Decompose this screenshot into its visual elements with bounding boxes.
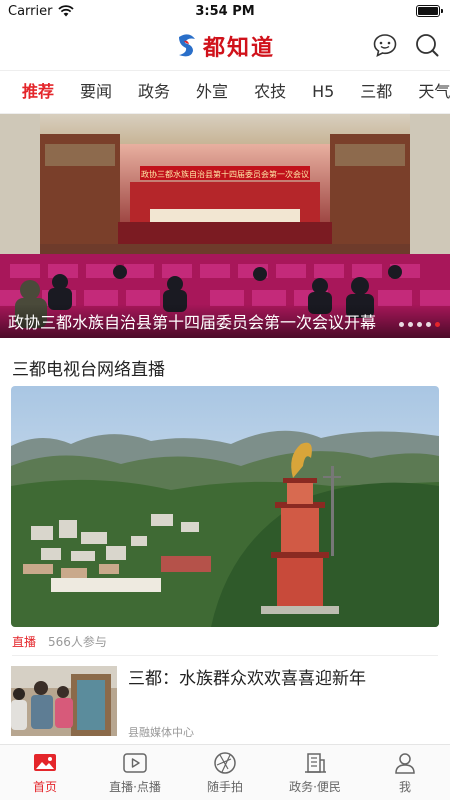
hero-caption: 政协三都水族自治县第十四届委员会第一次会议开幕 <box>8 313 377 332</box>
participant-count: 566人参与 <box>48 635 107 649</box>
app-header: 都知道 <box>0 22 450 70</box>
live-stream-thumbnail[interactable] <box>11 386 439 627</box>
app-logo: 都知道 <box>175 30 275 62</box>
tab-headlines[interactable]: 要闻 <box>67 71 125 113</box>
tab-sandu[interactable]: 三都 <box>347 71 405 113</box>
stage-banner-text: 政协三都水族自治县第十四届委员会第一次会议 <box>141 169 309 179</box>
person-icon <box>395 753 415 774</box>
carousel-indicator <box>399 322 440 327</box>
category-tabs: 推荐 要闻 政务 外宣 农技 H5 三都 天气 <box>0 70 450 114</box>
live-meta: 直播 566人参与 <box>12 633 107 650</box>
logo-text: 都知道 <box>202 35 275 61</box>
carousel-dot[interactable] <box>408 322 413 327</box>
home-image-icon <box>34 754 56 771</box>
bottom-tab-services-label: 政务·便民 <box>289 780 341 794</box>
bottom-tab-bar: 首页 直播·点播 随手拍 政务·便民 我 <box>0 744 450 800</box>
play-icon <box>123 753 147 773</box>
bottom-tab-snapshot[interactable]: 随手拍 <box>180 745 270 800</box>
live-landscape-photo <box>11 386 439 627</box>
bottom-tab-snapshot-label: 随手拍 <box>206 780 243 794</box>
tab-h5[interactable]: H5 <box>299 71 347 113</box>
bottom-tab-live[interactable]: 直播·点播 <box>90 745 180 800</box>
tab-weather[interactable]: 天气 <box>405 71 450 113</box>
live-tag: 直播 <box>12 635 37 649</box>
chat-bubble-icon[interactable] <box>372 32 398 58</box>
carousel-dot[interactable] <box>399 322 404 327</box>
tab-recommend[interactable]: 推荐 <box>0 71 67 113</box>
tab-government[interactable]: 政务 <box>125 71 183 113</box>
tab-publicity[interactable]: 外宣 <box>183 71 241 113</box>
bottom-tab-services[interactable]: 政务·便民 <box>270 745 360 800</box>
bottom-tab-home-label: 首页 <box>32 780 57 794</box>
bottom-tab-home[interactable]: 首页 <box>0 745 90 800</box>
carousel-dot[interactable] <box>435 322 440 327</box>
government-building-icon <box>305 753 326 773</box>
tab-agriculture[interactable]: 农技 <box>241 71 299 113</box>
carousel-dot[interactable] <box>417 322 422 327</box>
news-title[interactable]: 三都：水族群众欢欢喜喜迎新年 <box>128 664 366 689</box>
news-source: 县融媒体中心 <box>128 726 194 739</box>
status-bar: Carrier 3:54 PM <box>0 0 450 22</box>
live-section-title: 三都电视台网络直播 <box>12 360 165 380</box>
bottom-tab-live-label: 直播·点播 <box>109 780 161 794</box>
hero-caption-bar: 政协三都水族自治县第十四届委员会第一次会议开幕 <box>0 304 450 338</box>
search-icon[interactable] <box>414 32 440 58</box>
bottom-tab-me[interactable]: 我 <box>360 745 450 800</box>
divider <box>12 655 438 656</box>
status-time: 3:54 PM <box>195 3 255 19</box>
bottom-tab-me-label: 我 <box>398 780 411 794</box>
aperture-icon <box>214 752 236 774</box>
battery-icon <box>416 5 443 17</box>
logo-emblem-icon <box>178 34 195 57</box>
header-actions <box>372 32 440 58</box>
news-thumbnail[interactable] <box>11 666 117 736</box>
news-photo <box>11 666 117 736</box>
hero-banner[interactable]: 政协三都水族自治县第十四届委员会第一次会议 政协三都水族自治县第十四届委员会第一… <box>0 114 450 338</box>
carousel-dot[interactable] <box>426 322 431 327</box>
battery-level <box>418 7 438 15</box>
